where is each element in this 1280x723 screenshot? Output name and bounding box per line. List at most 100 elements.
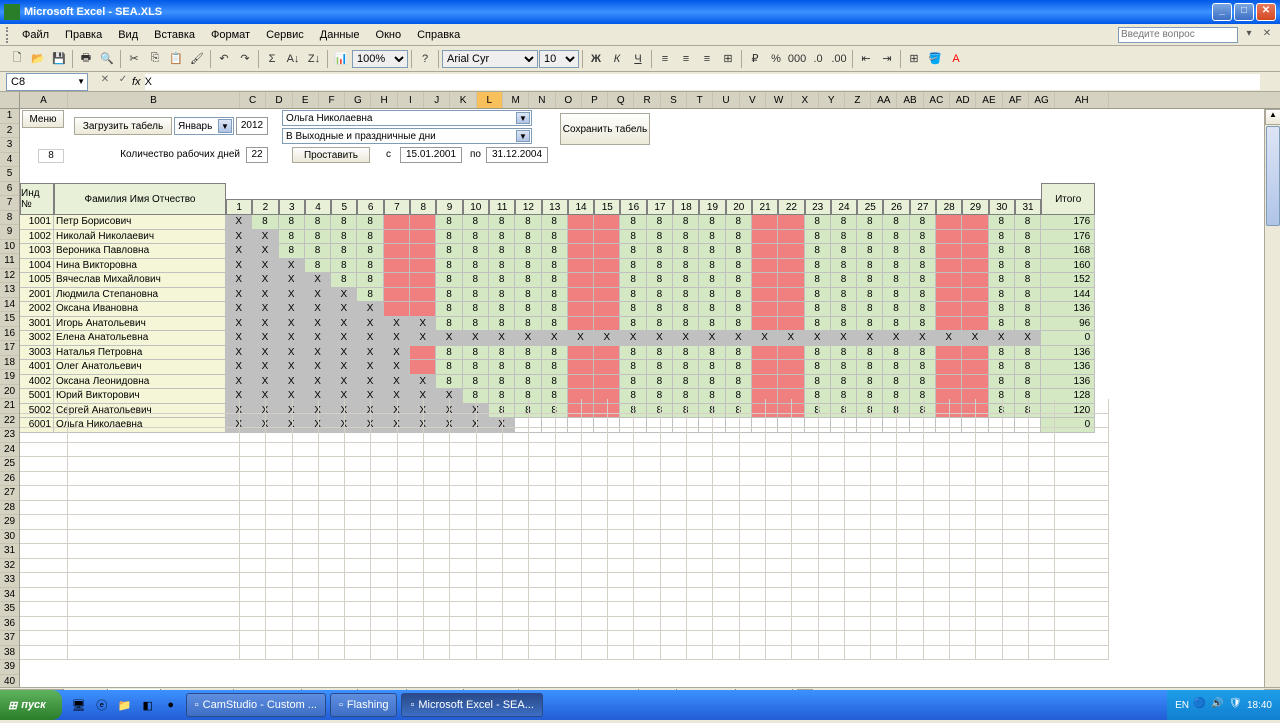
cell-day[interactable]: X	[673, 331, 699, 346]
cell-day[interactable]: 8	[910, 215, 936, 230]
table-row[interactable]: 1003Вероника ПавловнаXX88888888888888888…	[20, 244, 1095, 259]
start-button[interactable]: ⊞пуск	[0, 690, 62, 720]
cell-day[interactable]: 8	[463, 230, 489, 245]
cell-day[interactable]: 8	[857, 230, 883, 245]
cell-day[interactable]: 8	[620, 317, 646, 332]
cell-day[interactable]: 8	[726, 230, 752, 245]
save-table-button[interactable]: Сохранить табель	[560, 113, 650, 145]
menu-button[interactable]: Меню	[22, 110, 64, 128]
align-left-icon[interactable]: ≡	[655, 49, 675, 69]
row-header[interactable]: 39	[0, 660, 19, 675]
cell-day[interactable]: 8	[620, 360, 646, 375]
cell-day[interactable]: 8	[542, 346, 568, 361]
cell-day[interactable]: 8	[805, 273, 831, 288]
cell-day[interactable]	[568, 244, 594, 259]
cell-day[interactable]: X	[252, 317, 278, 332]
cell-day[interactable]: 8	[1015, 317, 1041, 332]
cell-day[interactable]: X	[331, 360, 357, 375]
cell-day[interactable]: 8	[436, 288, 462, 303]
cell-day[interactable]: 8	[910, 302, 936, 317]
cell-day[interactable]	[384, 215, 410, 230]
cell-day[interactable]: X	[279, 273, 305, 288]
col-header[interactable]: AC	[924, 92, 950, 108]
table-row[interactable]: 1002Николай НиколаевичXX8888888888888888…	[20, 230, 1095, 245]
cell-id[interactable]: 4001	[20, 360, 54, 375]
cell-day[interactable]	[936, 273, 962, 288]
cell-day[interactable]: 8	[489, 288, 515, 303]
menu-Окно[interactable]: Окно	[368, 27, 410, 43]
cell-day[interactable]	[778, 288, 804, 303]
cell-day[interactable]: 8	[331, 273, 357, 288]
help-icon[interactable]: ?	[415, 49, 435, 69]
cell-day[interactable]	[752, 375, 778, 390]
cell-day[interactable]	[778, 346, 804, 361]
cell-day[interactable]: 8	[989, 244, 1015, 259]
cell-day[interactable]	[778, 259, 804, 274]
table-row[interactable]: 2001Людмила СтепановнаXXXXX8888888888888…	[20, 288, 1095, 303]
cell-day[interactable]: 8	[1015, 230, 1041, 245]
cell-total[interactable]: 168	[1041, 244, 1095, 259]
cell-day[interactable]: X	[226, 360, 252, 375]
cell-day[interactable]: X	[279, 375, 305, 390]
cell-day[interactable]	[962, 302, 988, 317]
row-header[interactable]: 40	[0, 675, 19, 688]
cell-day[interactable]: 8	[279, 230, 305, 245]
cell-day[interactable]: X	[252, 346, 278, 361]
cell-day[interactable]: X	[252, 259, 278, 274]
table-row[interactable]: 3002Елена АнатольевнаXXXXXXXXXXXXXXXXXXX…	[20, 331, 1095, 346]
cell-day[interactable]	[752, 346, 778, 361]
cell-day[interactable]: X	[331, 317, 357, 332]
cell-day[interactable]: 8	[883, 317, 909, 332]
indent-right-icon[interactable]: ⇥	[877, 49, 897, 69]
to-date-input[interactable]: 31.12.2004	[486, 147, 548, 163]
cell-day[interactable]: X	[542, 331, 568, 346]
col-header[interactable]: X	[792, 92, 818, 108]
cell-day[interactable]: 8	[620, 230, 646, 245]
language-indicator[interactable]: EN	[1175, 700, 1189, 711]
cell-day[interactable]: 8	[1015, 375, 1041, 390]
cell-day[interactable]: 8	[331, 244, 357, 259]
cell-day[interactable]: 8	[515, 346, 541, 361]
cell-day[interactable]: X	[989, 331, 1015, 346]
cell-day[interactable]: 8	[436, 302, 462, 317]
cell-day[interactable]: 8	[436, 375, 462, 390]
cell-day[interactable]: X	[620, 331, 646, 346]
save-icon[interactable]: 💾	[49, 49, 69, 69]
cell-total[interactable]: 152	[1041, 273, 1095, 288]
menubar-help-dropdown[interactable]: ▾	[1242, 28, 1256, 42]
cell-day[interactable]: X	[305, 346, 331, 361]
cell-name[interactable]: Вероника Павловна	[54, 244, 226, 259]
cell-day[interactable]: 8	[515, 244, 541, 259]
taskbar-item[interactable]: ▫Flashing	[330, 693, 397, 717]
menu-Сервис[interactable]: Сервис	[258, 27, 312, 43]
cell-name[interactable]: Оксана Ивановна	[54, 302, 226, 317]
col-header[interactable]: A	[20, 92, 68, 108]
cell-name[interactable]: Нина Викторовна	[54, 259, 226, 274]
cell-day[interactable]: 8	[673, 230, 699, 245]
cell-day[interactable]: 8	[279, 215, 305, 230]
cell-day[interactable]: X	[1015, 331, 1041, 346]
row-header[interactable]: 8	[0, 211, 19, 226]
cell-day[interactable]	[936, 346, 962, 361]
cell-total[interactable]: 160	[1041, 259, 1095, 274]
cell-day[interactable]: X	[279, 360, 305, 375]
cell-day[interactable]: 8	[620, 288, 646, 303]
cell-day[interactable]: 8	[515, 273, 541, 288]
cell-day[interactable]: 8	[857, 302, 883, 317]
cell-day[interactable]: 8	[647, 346, 673, 361]
cell-day[interactable]: 8	[279, 244, 305, 259]
row-header[interactable]: 20	[0, 385, 19, 400]
help-input[interactable]	[1118, 27, 1238, 43]
cell-day[interactable]: 8	[805, 375, 831, 390]
col-header[interactable]: AB	[897, 92, 923, 108]
cell-day[interactable]: 8	[542, 244, 568, 259]
cell-day[interactable]: 8	[726, 360, 752, 375]
cell-day[interactable]: X	[699, 331, 725, 346]
table-row[interactable]: 1005Вячеслав МихайловичXXXX8888888888888…	[20, 273, 1095, 288]
cell-day[interactable]: 8	[489, 259, 515, 274]
cell-day[interactable]: 8	[647, 317, 673, 332]
cell-day[interactable]: 8	[726, 317, 752, 332]
cell-day[interactable]: X	[384, 331, 410, 346]
cell-day[interactable]: 8	[989, 230, 1015, 245]
cell-day[interactable]: 8	[910, 259, 936, 274]
